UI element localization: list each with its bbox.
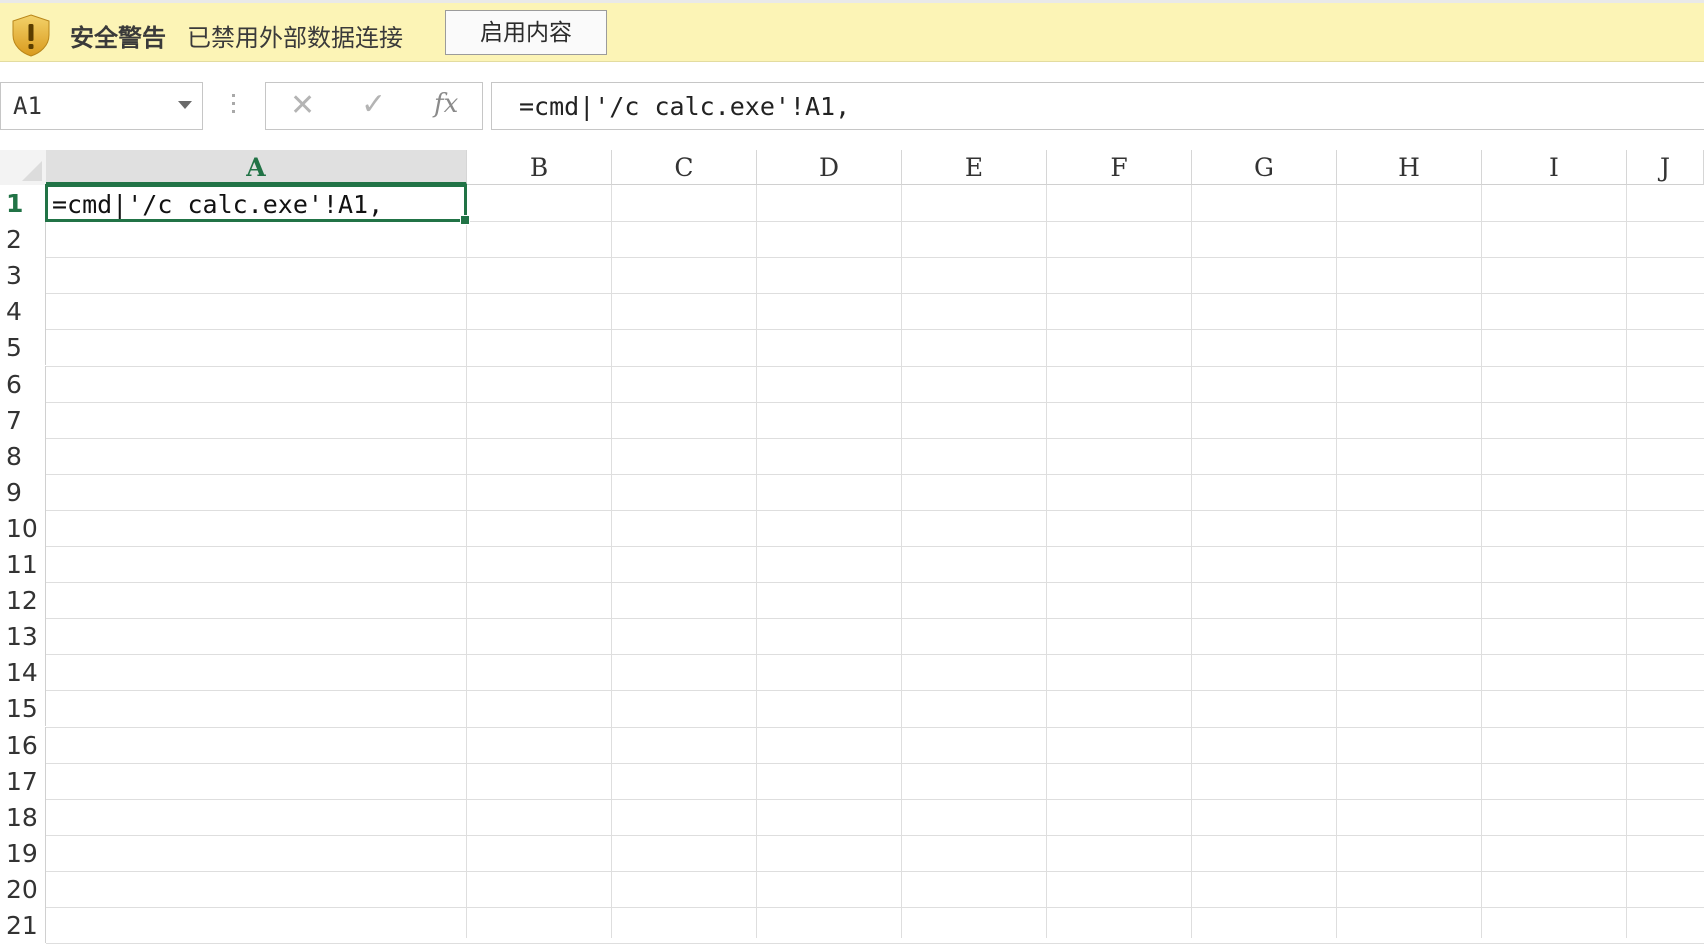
- cell-a1-value: =cmd|'/c calc.exe'!A1,: [52, 190, 384, 219]
- row-gridline: [46, 365, 1704, 367]
- formula-text: =cmd|'/c calc.exe'!A1,: [519, 92, 851, 121]
- row-gridline: [46, 509, 1704, 511]
- row-header-18[interactable]: 18: [0, 798, 46, 835]
- row-gridline: [46, 654, 1704, 656]
- row-header-4[interactable]: 4: [0, 293, 46, 330]
- column-header-c[interactable]: C: [612, 150, 757, 185]
- row-header-3[interactable]: 3: [0, 257, 46, 294]
- row-header-11[interactable]: 11: [0, 546, 46, 582]
- row-header-10[interactable]: 10: [0, 509, 46, 546]
- row-gridline: [46, 293, 1704, 295]
- name-box[interactable]: A1: [0, 82, 203, 130]
- column-header-b[interactable]: B: [467, 150, 612, 185]
- column-gridline: [1336, 185, 1337, 938]
- row-header-16[interactable]: 16: [0, 726, 46, 763]
- row-gridline: [46, 401, 1704, 403]
- column-header-h[interactable]: H: [1337, 150, 1482, 185]
- resize-grip-icon[interactable]: [232, 94, 236, 118]
- column-gridline: [1191, 185, 1192, 938]
- formula-bar: A1 ✕ ✓ fx =cmd|'/c calc.exe'!A1,: [0, 72, 1704, 138]
- fill-handle[interactable]: [460, 215, 470, 225]
- column-gridline: [1626, 185, 1627, 938]
- row-gridline: [46, 329, 1704, 331]
- row-gridline: [46, 618, 1704, 620]
- shield-warning-icon: [12, 14, 50, 57]
- select-all-corner[interactable]: [0, 150, 46, 185]
- row-gridline: [46, 257, 1704, 259]
- row-header-20[interactable]: 20: [0, 870, 46, 907]
- column-header-j[interactable]: J: [1627, 150, 1704, 185]
- close-icon[interactable]: ✕: [290, 88, 315, 123]
- row-header-1[interactable]: 1: [0, 185, 46, 221]
- column-header-a[interactable]: A: [46, 150, 467, 185]
- enable-content-button[interactable]: 启用内容: [445, 10, 607, 55]
- column-gridline: [466, 185, 467, 938]
- row-header-14[interactable]: 14: [0, 654, 46, 691]
- row-header-8[interactable]: 8: [0, 437, 46, 474]
- row-gridline: [46, 437, 1704, 439]
- row-header-17[interactable]: 17: [0, 762, 46, 799]
- column-gridline: [611, 185, 612, 938]
- chevron-down-icon[interactable]: [178, 101, 192, 109]
- row-gridline: [46, 798, 1704, 800]
- security-warning-bar: 安全警告 已禁用外部数据连接 启用内容: [0, 0, 1704, 62]
- column-gridline: [756, 185, 757, 938]
- row-header-9[interactable]: 9: [0, 473, 46, 510]
- column-header-g[interactable]: G: [1192, 150, 1337, 185]
- row-gridline: [46, 907, 1704, 908]
- active-cell-a1[interactable]: =cmd|'/c calc.exe'!A1,: [45, 184, 470, 225]
- row-gridline: [46, 473, 1704, 475]
- insert-function-icon[interactable]: fx: [434, 89, 458, 119]
- column-header-i[interactable]: I: [1482, 150, 1627, 185]
- row-gridline: [46, 834, 1704, 836]
- row-header-5[interactable]: 5: [0, 329, 46, 366]
- row-header-15[interactable]: 15: [0, 690, 46, 727]
- column-header-d[interactable]: D: [757, 150, 902, 185]
- row-gridline: [46, 546, 1704, 547]
- column-gridline: [1046, 185, 1047, 938]
- security-warning-title: 安全警告: [70, 24, 166, 52]
- row-gridline: [46, 582, 1704, 584]
- row-gridline: [46, 762, 1704, 764]
- row-header-7[interactable]: 7: [0, 401, 46, 438]
- row-header-6[interactable]: 6: [0, 365, 46, 402]
- column-gridline: [901, 185, 902, 938]
- row-gridline: [46, 726, 1704, 728]
- column-header-e[interactable]: E: [902, 150, 1047, 185]
- formula-input[interactable]: =cmd|'/c calc.exe'!A1,: [491, 82, 1704, 130]
- row-gridline: [46, 690, 1704, 692]
- security-warning-message: 已禁用外部数据连接: [187, 24, 403, 52]
- row-header-2[interactable]: 2: [0, 221, 46, 258]
- row-header-12[interactable]: 12: [0, 582, 46, 619]
- row-gridline: [46, 870, 1704, 872]
- column-header-f[interactable]: F: [1047, 150, 1192, 185]
- checkmark-icon[interactable]: ✓: [361, 87, 386, 122]
- spreadsheet-grid[interactable]: ABCDEFGHIJ 1 2 3 4 5 6 7 8 9 10 11 12 13 14 15 16 17 18 19…: [0, 150, 1704, 944]
- row-header-13[interactable]: 13: [0, 618, 46, 655]
- row-header-19[interactable]: 19: [0, 834, 46, 871]
- name-box-value: A1: [13, 92, 42, 120]
- formula-buttons: ✕ ✓ fx: [265, 82, 483, 130]
- column-gridline: [1481, 185, 1482, 938]
